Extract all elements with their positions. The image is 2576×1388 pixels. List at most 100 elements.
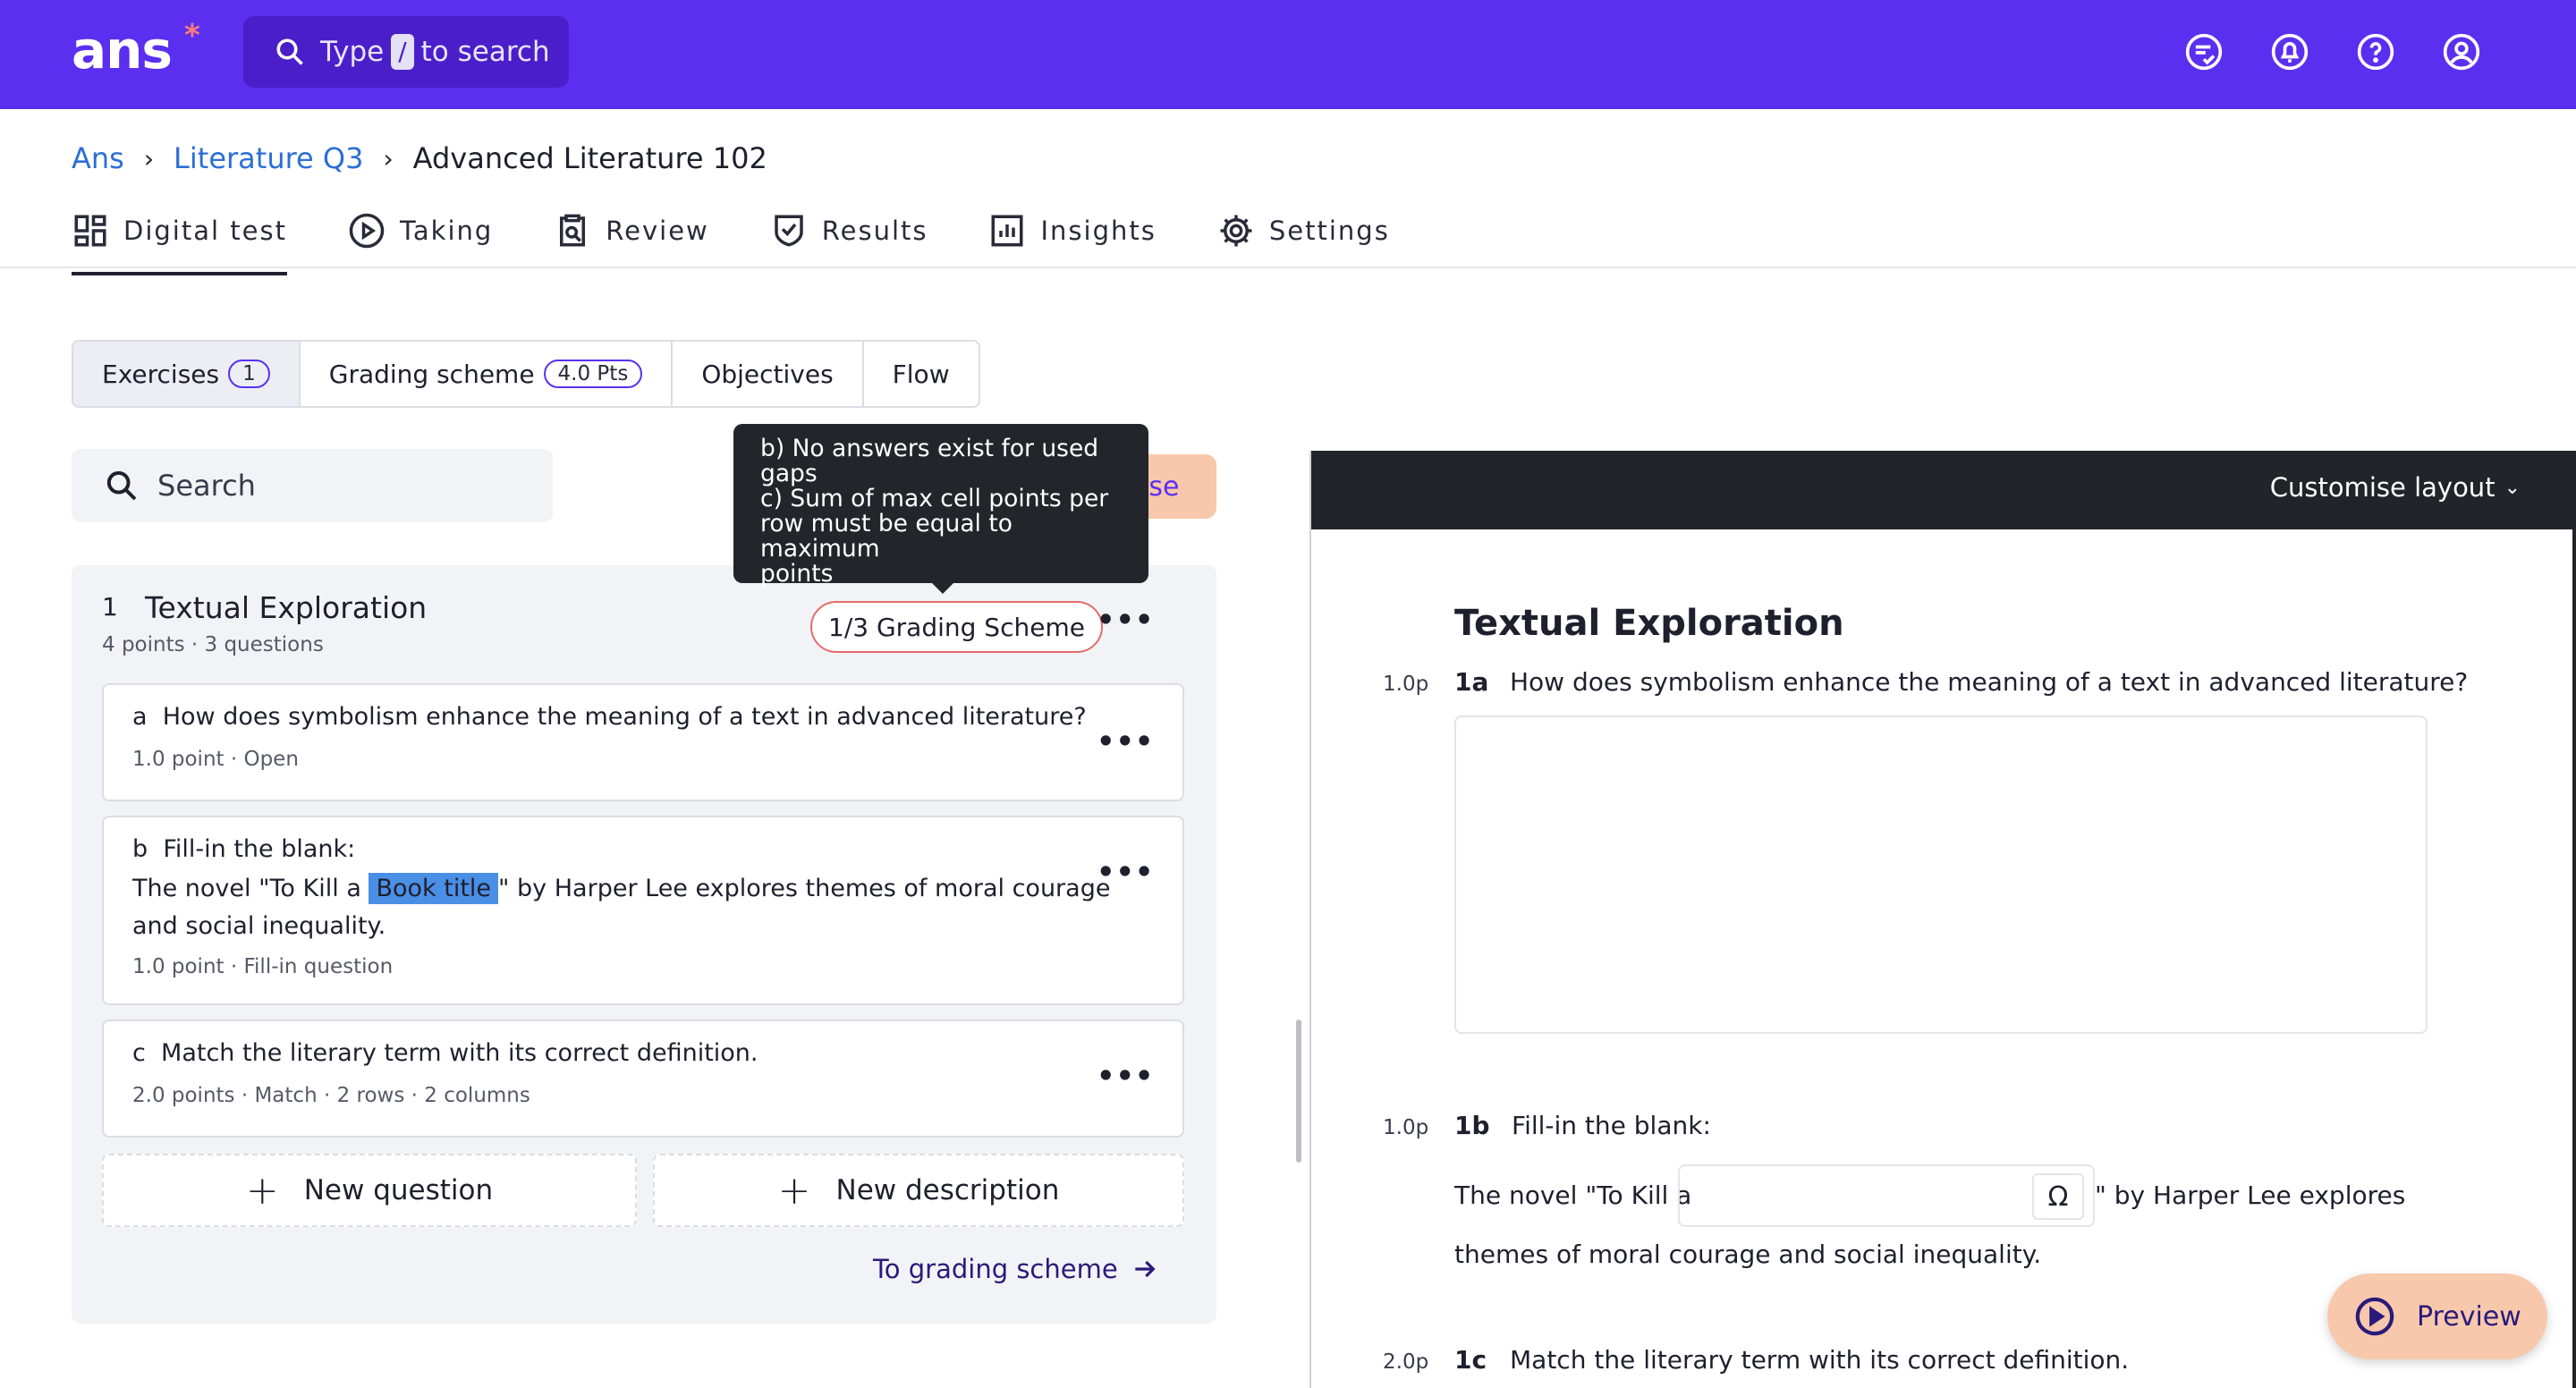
gear-icon <box>1220 215 1252 247</box>
tab-insights[interactable]: Insights <box>988 207 1156 254</box>
tooltip-line: row must be equal to maximum <box>760 510 1013 563</box>
tabs-divider <box>0 267 2576 268</box>
tab-review[interactable]: Review <box>554 207 708 254</box>
exercise-more-icon[interactable]: ••• <box>1097 603 1154 637</box>
exercise-card: 1 Textual Exploration 4 points · 3 quest… <box>72 565 1216 1324</box>
gap-chip[interactable]: Book title <box>369 873 499 904</box>
preview-title: Textual Exploration <box>1454 603 1844 644</box>
exercise-title[interactable]: Textual Exploration <box>145 590 427 625</box>
link-label: To grading scheme <box>873 1254 1118 1284</box>
question-label: Fill-in the blank: <box>163 835 356 863</box>
tab-settings[interactable]: Settings <box>1217 207 1390 254</box>
fill-sentence-line2: and social inequality. <box>132 912 386 940</box>
tooltip-arrow <box>930 581 955 594</box>
open-answer-textarea[interactable] <box>1454 715 2428 1034</box>
notifications-icon[interactable] <box>2270 32 2309 72</box>
tab-label: Settings <box>1268 216 1390 246</box>
question-number: 1c <box>1454 1345 1487 1375</box>
logo-mark: * <box>184 18 200 54</box>
breadcrumb-parent[interactable]: Literature Q3 <box>174 141 363 175</box>
button-label: New description <box>835 1174 1060 1206</box>
chevron-right-icon: › <box>383 143 394 174</box>
chevron-right-icon: › <box>143 143 155 174</box>
help-icon[interactable] <box>2356 32 2395 72</box>
question-more-icon[interactable]: ••• <box>1097 855 1154 889</box>
tab-taking[interactable]: Taking <box>348 207 493 254</box>
breadcrumb-root[interactable]: Ans <box>72 141 124 175</box>
main-tabs: Digital test Taking Review Results Insig… <box>72 207 1451 275</box>
subtab-exercises[interactable]: Exercises 1 <box>73 342 301 406</box>
dropdown-label: Customise layout <box>2269 472 2496 503</box>
chevron-down-icon: ⌄ <box>2504 476 2521 499</box>
question-text: How does symbolism enhance the meaning o… <box>1510 667 2469 697</box>
subtab-label: Grading scheme <box>328 359 535 389</box>
special-character-button[interactable]: Ω <box>2032 1173 2084 1220</box>
question-more-icon[interactable]: ••• <box>1097 1059 1154 1093</box>
preview-scrollbar[interactable] <box>2572 529 2576 1388</box>
button-label: Preview <box>2417 1300 2521 1333</box>
question-text: c Match the literary term with its corre… <box>132 1039 758 1067</box>
question-card-c[interactable]: c Match the literary term with its corre… <box>102 1020 1184 1138</box>
tab-label: Results <box>821 216 928 246</box>
search-icon <box>276 38 303 65</box>
exercise-meta: 4 points · 3 questions <box>102 633 324 656</box>
sentence-after: " by Harper Lee explores themes of moral… <box>498 875 1111 902</box>
bar-chart-icon <box>991 215 1023 247</box>
new-question-button[interactable]: + New question <box>102 1154 637 1227</box>
preview-button[interactable]: Preview <box>2327 1274 2547 1359</box>
fill-sentence-after: " by Harper Lee explores <box>2095 1181 2406 1210</box>
subtab-label: Exercises <box>102 359 220 389</box>
sub-tabs: Exercises 1 Grading scheme 4.0 Pts Objec… <box>72 340 980 408</box>
customise-layout-dropdown[interactable]: Customise layout ⌄ <box>2270 472 2521 503</box>
feedback-icon[interactable] <box>2184 32 2224 72</box>
tooltip-line: c) Sum of max cell points per <box>760 485 1109 512</box>
question-meta: 1.0 point · Fill-in question <box>132 955 394 978</box>
question-text: Fill-in the blank: <box>1512 1111 1711 1140</box>
question-letter: c <box>132 1039 146 1067</box>
subtab-grading-scheme[interactable]: Grading scheme 4.0 Pts <box>301 342 674 406</box>
subtab-label: Flow <box>892 359 950 389</box>
search-placeholder: Search <box>157 469 256 503</box>
arrow-right-icon <box>1135 1260 1156 1278</box>
validation-tooltip: b) No answers exist for used gaps c) Sum… <box>733 424 1148 587</box>
button-label: New question <box>303 1174 494 1206</box>
tooltip-line: gaps <box>760 460 818 487</box>
search-prefix: Type <box>320 36 385 68</box>
plus-icon: + <box>245 1167 279 1214</box>
tooltip-line: b) No answers exist for used <box>760 435 1099 462</box>
subtab-objectives[interactable]: Objectives <box>673 342 864 406</box>
grading-scheme-status[interactable]: 1/3 Grading Scheme <box>810 601 1103 653</box>
to-grading-scheme-link[interactable]: To grading scheme <box>873 1254 1159 1284</box>
search-shortcut-key: / <box>391 34 414 70</box>
panel-resize-handle[interactable] <box>1296 1020 1301 1163</box>
question-points: 1.0p <box>1383 1116 1429 1139</box>
fill-sentence-line2: themes of moral courage and social inequ… <box>1454 1240 2042 1269</box>
global-search[interactable]: Type / to search <box>243 16 569 88</box>
search-icon <box>106 470 137 501</box>
tab-label: Digital test <box>123 216 287 246</box>
question-meta: 1.0 point · Open <box>132 748 299 771</box>
question-label: How does symbolism enhance the meaning o… <box>162 703 1087 731</box>
app-logo[interactable]: ans <box>72 20 173 80</box>
tab-results[interactable]: Results <box>770 207 928 254</box>
question-more-icon[interactable]: ••• <box>1097 724 1154 758</box>
preview-header: Customise layout ⌄ <box>1311 451 2576 529</box>
new-description-button[interactable]: + New description <box>653 1154 1184 1227</box>
question-text: Match the literary term with its correct… <box>1510 1345 2130 1375</box>
clipboard-search-icon <box>560 214 586 247</box>
subtab-flow[interactable]: Flow <box>864 342 979 406</box>
account-icon[interactable] <box>2442 32 2481 72</box>
fill-sentence-before: The novel "To Kill a <box>1454 1181 1692 1210</box>
question-meta: 2.0 points · Match · 2 rows · 2 columns <box>132 1084 530 1107</box>
exercise-search-input[interactable]: Search <box>72 449 553 522</box>
question-number: 1b <box>1454 1111 1490 1140</box>
question-card-a[interactable]: a How does symbolism enhance the meaning… <box>102 683 1184 801</box>
question-letter: a <box>132 703 148 731</box>
question-card-b[interactable]: b Fill-in the blank: The novel "To Kill … <box>102 816 1184 1005</box>
tab-label: Taking <box>399 216 494 246</box>
tab-digital-test[interactable]: Digital test <box>72 207 287 275</box>
fill-sentence: The novel "To Kill a Book title " by Harp… <box>132 873 1111 904</box>
question-label: Match the literary term with its correct… <box>161 1039 758 1067</box>
top-bar: ans * Type / to search <box>0 0 2576 109</box>
play-circle-icon <box>349 213 385 249</box>
